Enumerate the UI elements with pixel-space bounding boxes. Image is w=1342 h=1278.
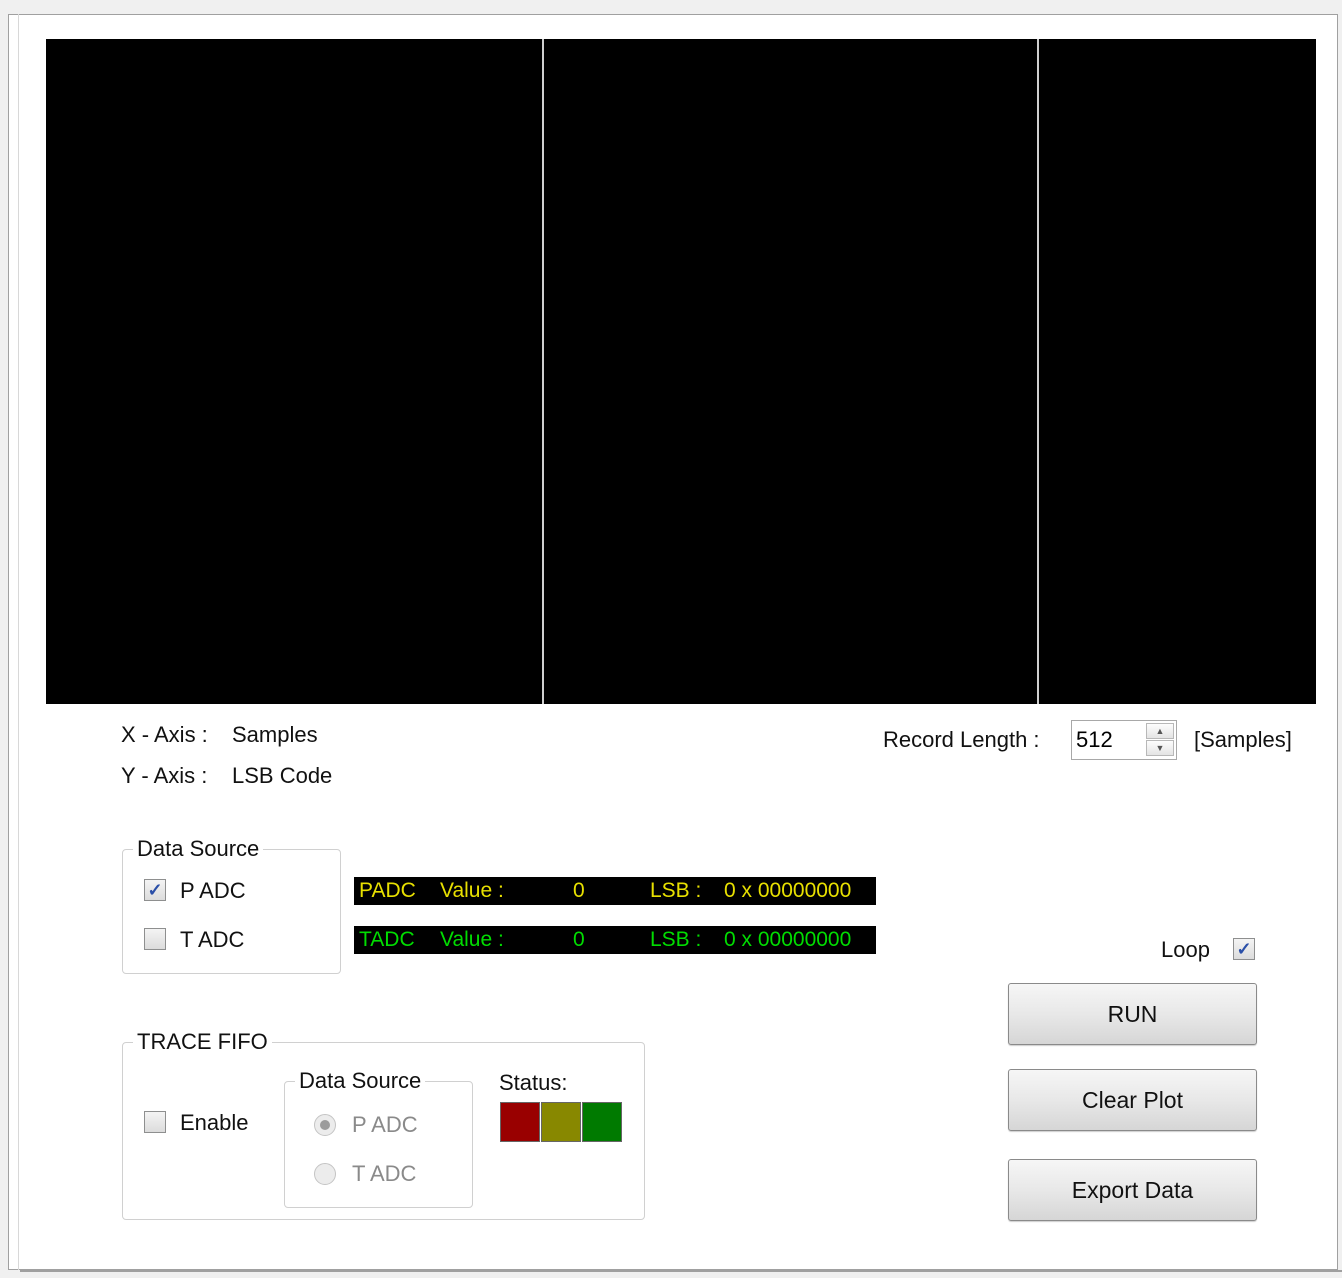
spin-up-icon[interactable]: ▲ [1146, 723, 1174, 739]
x-axis-value: Samples [232, 722, 318, 747]
record-length-unit: [Samples] [1194, 727, 1292, 752]
status-indicator-yellow [541, 1102, 581, 1142]
tadc-label: T ADC [180, 927, 245, 952]
padc-lsb-label: LSB : [650, 879, 702, 902]
plot-gridline [542, 39, 544, 704]
trace-enable-label: Enable [180, 1110, 249, 1135]
tadc-lsb-label: LSB : [650, 928, 702, 951]
padc-label: P ADC [180, 878, 246, 903]
padc-readout: PADC Value : 0 LSB : 0 x 00000000 [354, 877, 876, 905]
trace-data-source-group: Data Source [284, 1068, 473, 1208]
plot-gridline [1037, 39, 1039, 704]
trace-tadc-radio[interactable] [314, 1163, 336, 1185]
tadc-value: 0 [573, 928, 585, 951]
data-source-group: Data Source [122, 836, 341, 974]
padc-checkbox[interactable]: ✓ [144, 879, 166, 901]
spin-down-icon[interactable]: ▼ [1146, 740, 1174, 756]
padc-lsb-value: 0 x 00000000 [724, 879, 852, 902]
loop-label: Loop [1161, 937, 1210, 962]
y-axis-value: LSB Code [232, 763, 333, 788]
x-axis-label: X - Axis : [121, 722, 208, 747]
trace-fifo-legend: TRACE FIFO [137, 1029, 268, 1054]
tadc-lsb-value: 0 x 00000000 [724, 928, 852, 951]
trace-enable-checkbox[interactable] [144, 1111, 166, 1133]
bottom-divider [20, 1270, 1342, 1272]
record-length-input[interactable] [1072, 721, 1152, 759]
loop-checkbox[interactable]: ✓ [1233, 938, 1255, 960]
tadc-checkbox[interactable] [144, 928, 166, 950]
tadc-readout: TADC Value : 0 LSB : 0 x 00000000 [354, 926, 876, 954]
record-length-spinner: ▲ ▼ [1071, 720, 1177, 760]
status-indicator-red [500, 1102, 540, 1142]
padc-value: 0 [573, 879, 585, 902]
trace-padc-radio[interactable] [314, 1114, 336, 1136]
run-button[interactable]: RUN [1008, 983, 1257, 1045]
record-length-label: Record Length : [883, 727, 1040, 752]
clear-plot-button[interactable]: Clear Plot [1008, 1069, 1257, 1131]
tadc-readout-name: TADC [359, 928, 415, 951]
status-label: Status: [499, 1070, 568, 1095]
export-data-button[interactable]: Export Data [1008, 1159, 1257, 1221]
trace-tadc-label: T ADC [352, 1161, 417, 1186]
y-axis-label: Y - Axis : [121, 763, 208, 788]
status-indicator-green [582, 1102, 622, 1142]
trace-padc-label: P ADC [352, 1112, 418, 1137]
padc-value-label: Value : [440, 879, 504, 902]
trace-data-source-legend: Data Source [299, 1068, 422, 1093]
panel-divider [18, 14, 19, 1270]
tadc-value-label: Value : [440, 928, 504, 951]
data-source-legend: Data Source [137, 836, 260, 861]
padc-readout-name: PADC [359, 879, 416, 902]
plot-area[interactable] [46, 39, 1316, 704]
